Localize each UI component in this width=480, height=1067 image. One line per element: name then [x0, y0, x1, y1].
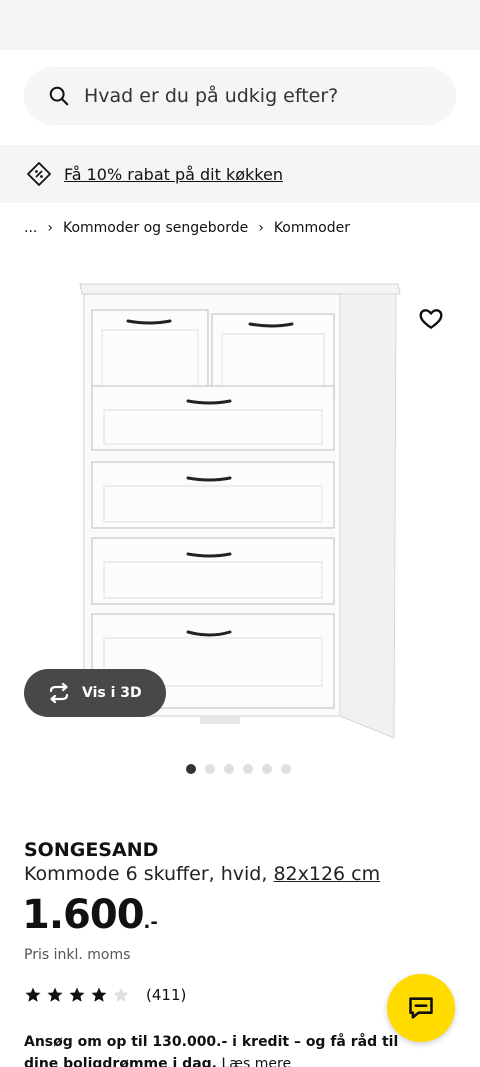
- breadcrumb: ... › Kommoder og sengeborde › Kommoder: [24, 220, 350, 236]
- top-strip: [0, 0, 480, 50]
- price-value: 1.600: [22, 892, 145, 938]
- rotate-3d-icon: [49, 682, 69, 704]
- star-filled-icon: [25, 987, 41, 1002]
- star-filled-icon: [91, 987, 107, 1002]
- search-input[interactable]: [84, 85, 424, 107]
- breadcrumb-item-dressers-nightstands[interactable]: Kommoder og sengeborde: [63, 220, 248, 236]
- breadcrumb-ellipsis[interactable]: ...: [24, 220, 37, 236]
- gallery-dot[interactable]: [243, 764, 253, 774]
- product-name: SONGESAND: [24, 839, 159, 861]
- rating[interactable]: (411): [24, 986, 186, 1004]
- view-3d-label: Vis i 3D: [82, 685, 142, 701]
- price-note: Pris inkl. moms: [24, 947, 131, 963]
- star-filled-icon: [69, 987, 85, 1002]
- gallery-dot[interactable]: [262, 764, 272, 774]
- search-bar[interactable]: [24, 67, 456, 125]
- credit-offer: Ansøg om op til 130.000.- i kredit – og …: [24, 1031, 424, 1067]
- gallery-dot[interactable]: [186, 764, 196, 774]
- gallery-pagination: [186, 764, 291, 774]
- breadcrumb-item-dressers[interactable]: Kommoder: [274, 220, 350, 236]
- gallery-dot[interactable]: [281, 764, 291, 774]
- product-description: Kommode 6 skuffer, hvid, 82x126 cm: [24, 863, 380, 885]
- chat-button[interactable]: [387, 974, 455, 1042]
- read-more-link[interactable]: Læs mere: [221, 1056, 291, 1067]
- heart-icon: [419, 309, 443, 329]
- product-price: 1.600.-: [22, 892, 158, 938]
- favorite-button[interactable]: [414, 302, 448, 336]
- gallery-dot[interactable]: [224, 764, 234, 774]
- search-icon: [49, 86, 69, 106]
- price-suffix: .-: [143, 912, 158, 933]
- discount-tag-icon: [27, 162, 51, 186]
- chevron-right-icon: ›: [258, 220, 264, 236]
- chevron-right-icon: ›: [47, 220, 53, 236]
- chat-icon: [409, 997, 433, 1019]
- gallery-dot[interactable]: [205, 764, 215, 774]
- product-description-text: Kommode 6 skuffer, hvid,: [24, 863, 268, 885]
- view-3d-button[interactable]: Vis i 3D: [24, 669, 166, 717]
- promo-link[interactable]: Få 10% rabat på dit køkken: [64, 165, 283, 184]
- product-dimensions-link[interactable]: 82x126 cm: [273, 863, 380, 885]
- promo-banner[interactable]: Få 10% rabat på dit køkken: [0, 145, 480, 203]
- credit-offer-text: Ansøg om op til 130.000.- i kredit – og …: [24, 1034, 399, 1067]
- star-filled-icon: [47, 987, 63, 1002]
- review-count: (411): [146, 986, 187, 1004]
- star-empty-icon: [113, 987, 129, 1002]
